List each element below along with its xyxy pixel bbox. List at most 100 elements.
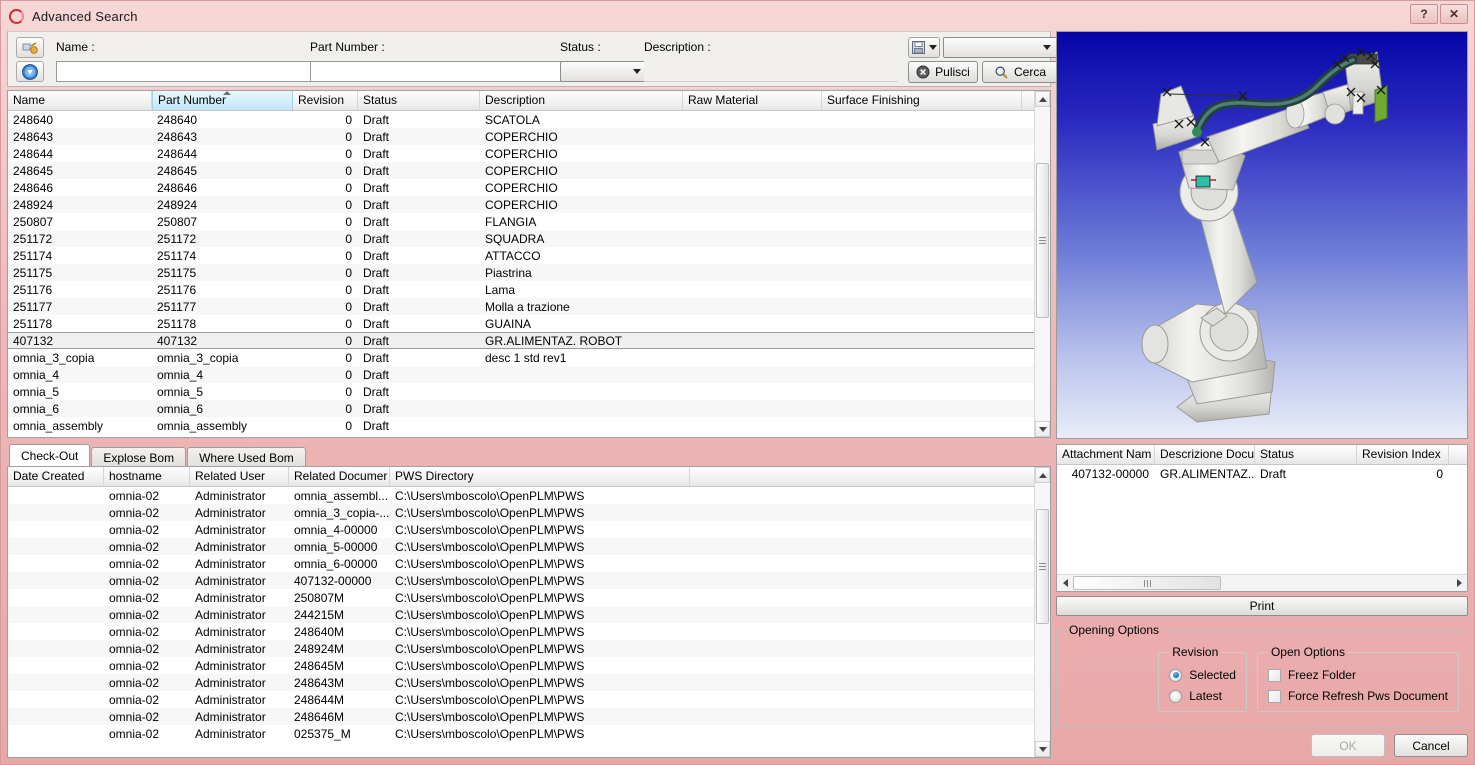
table-row[interactable]: 248640 248640 0 Draft SCATOLA xyxy=(8,111,1050,128)
table-row[interactable]: 248924 248924 0 Draft COPERCHIO xyxy=(8,196,1050,213)
column-header-status[interactable]: Status xyxy=(358,91,480,110)
tab-where-used-bom[interactable]: Where Used Bom xyxy=(187,447,306,467)
column-header-revision[interactable]: Revision xyxy=(293,91,358,110)
scroll-thumb[interactable] xyxy=(1036,163,1049,318)
status-select[interactable] xyxy=(560,61,648,82)
scroll-track[interactable] xyxy=(1073,575,1451,591)
column-header-description[interactable]: Description xyxy=(480,91,683,110)
revision-option-selected[interactable]: Selected xyxy=(1169,668,1236,682)
column-header-hostname[interactable]: hostname xyxy=(104,467,190,486)
results-grid-body[interactable]: 248640 248640 0 Draft SCATOLA 248643 248643 0 Dr… xyxy=(8,111,1050,437)
scroll-track[interactable] xyxy=(1035,483,1050,741)
table-row[interactable]: omnia-02 Administrator 025375_M C:\Users\mb… xyxy=(8,725,1050,742)
print-button[interactable]: Print xyxy=(1056,596,1468,616)
scroll-thumb[interactable] xyxy=(1073,576,1221,590)
table-row[interactable]: omnia-02 Administrator omnia_assembl... C:\… xyxy=(8,487,1050,504)
model-3d-viewer[interactable] xyxy=(1056,31,1468,439)
checkbox-force-refresh-icon[interactable] xyxy=(1267,689,1281,703)
wrench-icon-button[interactable] xyxy=(16,37,44,58)
option-force-refresh[interactable]: Force Refresh Pws Document xyxy=(1267,689,1448,703)
check-out-grid[interactable]: Date Created hostname Related User Related … xyxy=(7,466,1051,758)
scroll-down-button[interactable] xyxy=(1035,421,1050,437)
help-button[interactable]: ? xyxy=(1410,4,1438,24)
table-row[interactable]: 251177 251177 0 Draft Molla a trazione xyxy=(8,298,1050,315)
table-row[interactable]: omnia-02 Administrator 248644M C:\Users\mbo… xyxy=(8,691,1050,708)
column-header-pws-directory[interactable]: PWS Directory xyxy=(390,467,690,486)
table-row[interactable]: 407132-00000 GR.ALIMENTAZ... Draft 0 xyxy=(1057,465,1467,482)
table-row[interactable]: 251174 251174 0 Draft ATTACCO xyxy=(8,247,1050,264)
table-row[interactable]: omnia-02 Administrator omnia_4-00000 C:\Use… xyxy=(8,521,1050,538)
table-row[interactable]: omnia_assembly omnia_assembly 0 Draft xyxy=(8,417,1050,434)
search-button[interactable]: Cerca xyxy=(982,61,1058,83)
attachments-horizontal-scrollbar[interactable] xyxy=(1057,574,1467,591)
results-grid[interactable]: Name Part Number Revision Status Description… xyxy=(7,90,1051,438)
radio-latest-icon[interactable] xyxy=(1169,689,1183,703)
attachments-grid-body[interactable]: 407132-00000 GR.ALIMENTAZ... Draft 0 xyxy=(1057,465,1467,574)
table-row[interactable]: omnia-02 Administrator 248643M C:\Users\mbo… xyxy=(8,674,1050,691)
scroll-up-button[interactable] xyxy=(1035,467,1050,483)
column-header-descrizione-docu[interactable]: Descrizione Docu xyxy=(1155,445,1255,464)
column-header-attachment-nam[interactable]: Attachment Nam xyxy=(1057,445,1155,464)
table-row[interactable]: 251172 251172 0 Draft SQUADRA xyxy=(8,230,1050,247)
table-row[interactable]: 250807 250807 0 Draft FLANGIA xyxy=(8,213,1050,230)
table-row[interactable]: omnia-02 Administrator omnia_6-00000 C:\Use… xyxy=(8,555,1050,572)
scroll-right-button[interactable] xyxy=(1451,575,1467,591)
scroll-thumb[interactable] xyxy=(1036,509,1049,624)
table-row-selected[interactable]: 407132 407132 0 Draft GR.ALIMENTAZ. ROBOT xyxy=(8,332,1050,349)
table-row[interactable]: 248645 248645 0 Draft COPERCHIO xyxy=(8,162,1050,179)
description-input[interactable] xyxy=(644,61,898,82)
table-row[interactable]: omnia_6 omnia_6 0 Draft xyxy=(8,400,1050,417)
column-header-surface-finishing[interactable]: Surface Finishing xyxy=(822,91,1022,110)
tab-check-out[interactable]: Check-Out xyxy=(9,444,91,466)
column-header-status[interactable]: Status xyxy=(1255,445,1357,464)
column-header-date-created[interactable]: Date Created xyxy=(8,467,104,486)
table-row[interactable]: 251176 251176 0 Draft Lama xyxy=(8,281,1050,298)
table-row[interactable]: omnia-02 Administrator 248640M C:\Users\mbo… xyxy=(8,623,1050,640)
scroll-up-button[interactable] xyxy=(1035,91,1050,107)
column-header-related-documer[interactable]: Related Documer xyxy=(289,467,390,486)
table-row[interactable]: 251178 251178 0 Draft GUAINA xyxy=(8,315,1050,332)
scroll-track[interactable] xyxy=(1035,107,1050,421)
download-icon-button[interactable] xyxy=(16,61,44,82)
part-number-input[interactable] xyxy=(310,61,562,82)
table-row[interactable]: 248644 248644 0 Draft COPERCHIO xyxy=(8,145,1050,162)
table-row[interactable]: omnia-02 Administrator 244215M C:\Users\mbo… xyxy=(8,606,1050,623)
table-row[interactable]: omnia-02 Administrator 248645M C:\Users\mbo… xyxy=(8,657,1050,674)
radio-selected-icon[interactable] xyxy=(1169,668,1183,682)
revision-option-latest[interactable]: Latest xyxy=(1169,689,1236,703)
close-button[interactable]: ✕ xyxy=(1440,4,1468,24)
saved-query-select[interactable] xyxy=(943,37,1058,58)
table-row[interactable]: omnia-02 Administrator 248646M C:\Users\mbo… xyxy=(8,708,1050,725)
cancel-button[interactable]: Cancel xyxy=(1394,734,1468,757)
table-row[interactable]: 248643 248643 0 Draft COPERCHIO xyxy=(8,128,1050,145)
table-row[interactable]: omnia-02 Administrator 248924M C:\Users\mbo… xyxy=(8,640,1050,657)
results-vertical-scrollbar[interactable] xyxy=(1034,91,1050,437)
check-out-vertical-scrollbar[interactable] xyxy=(1034,467,1050,757)
name-input[interactable] xyxy=(56,61,314,82)
column-header-part-number[interactable]: Part Number xyxy=(152,91,293,110)
column-header-raw-material[interactable]: Raw Material xyxy=(683,91,822,110)
detail-tabs[interactable]: Check-Out Explose Bom Where Used Bom xyxy=(7,444,1051,467)
table-row[interactable]: omnia_3_copia omnia_3_copia 0 Draft desc 1 s… xyxy=(8,349,1050,366)
ok-button[interactable]: OK xyxy=(1311,734,1385,757)
clear-button[interactable]: Pulisci xyxy=(908,61,978,83)
checkbox-freez-folder-icon[interactable] xyxy=(1267,668,1281,682)
table-row[interactable]: omnia-02 Administrator omnia_3_copia-... C:… xyxy=(8,504,1050,521)
table-row[interactable]: omnia_4 omnia_4 0 Draft xyxy=(8,366,1050,383)
table-row[interactable]: omnia-02 Administrator omnia_5-00000 C:\Use… xyxy=(8,538,1050,555)
table-row[interactable]: omnia-02 Administrator 250807M C:\Users\mbo… xyxy=(8,589,1050,606)
column-header-related-user[interactable]: Related User xyxy=(190,467,289,486)
table-row[interactable]: 248646 248646 0 Draft COPERCHIO xyxy=(8,179,1050,196)
table-row[interactable]: 251175 251175 0 Draft Piastrina xyxy=(8,264,1050,281)
scroll-left-button[interactable] xyxy=(1057,575,1073,591)
save-query-split-button[interactable] xyxy=(908,37,940,58)
column-header-revision-index[interactable]: Revision Index xyxy=(1357,445,1449,464)
table-row[interactable]: omnia_5 omnia_5 0 Draft xyxy=(8,383,1050,400)
attachments-grid[interactable]: Attachment Nam Descrizione Docu Status Revi… xyxy=(1056,444,1468,592)
scroll-down-button[interactable] xyxy=(1035,741,1050,757)
table-row[interactable]: omnia-02 Administrator 407132-00000 C:\User… xyxy=(8,572,1050,589)
tab-explose-bom[interactable]: Explose Bom xyxy=(91,447,187,467)
column-header-name[interactable]: Name xyxy=(8,91,152,110)
option-freez-folder[interactable]: Freez Folder xyxy=(1267,668,1448,682)
check-out-grid-body[interactable]: omnia-02 Administrator omnia_assembl... C:\… xyxy=(8,487,1050,757)
